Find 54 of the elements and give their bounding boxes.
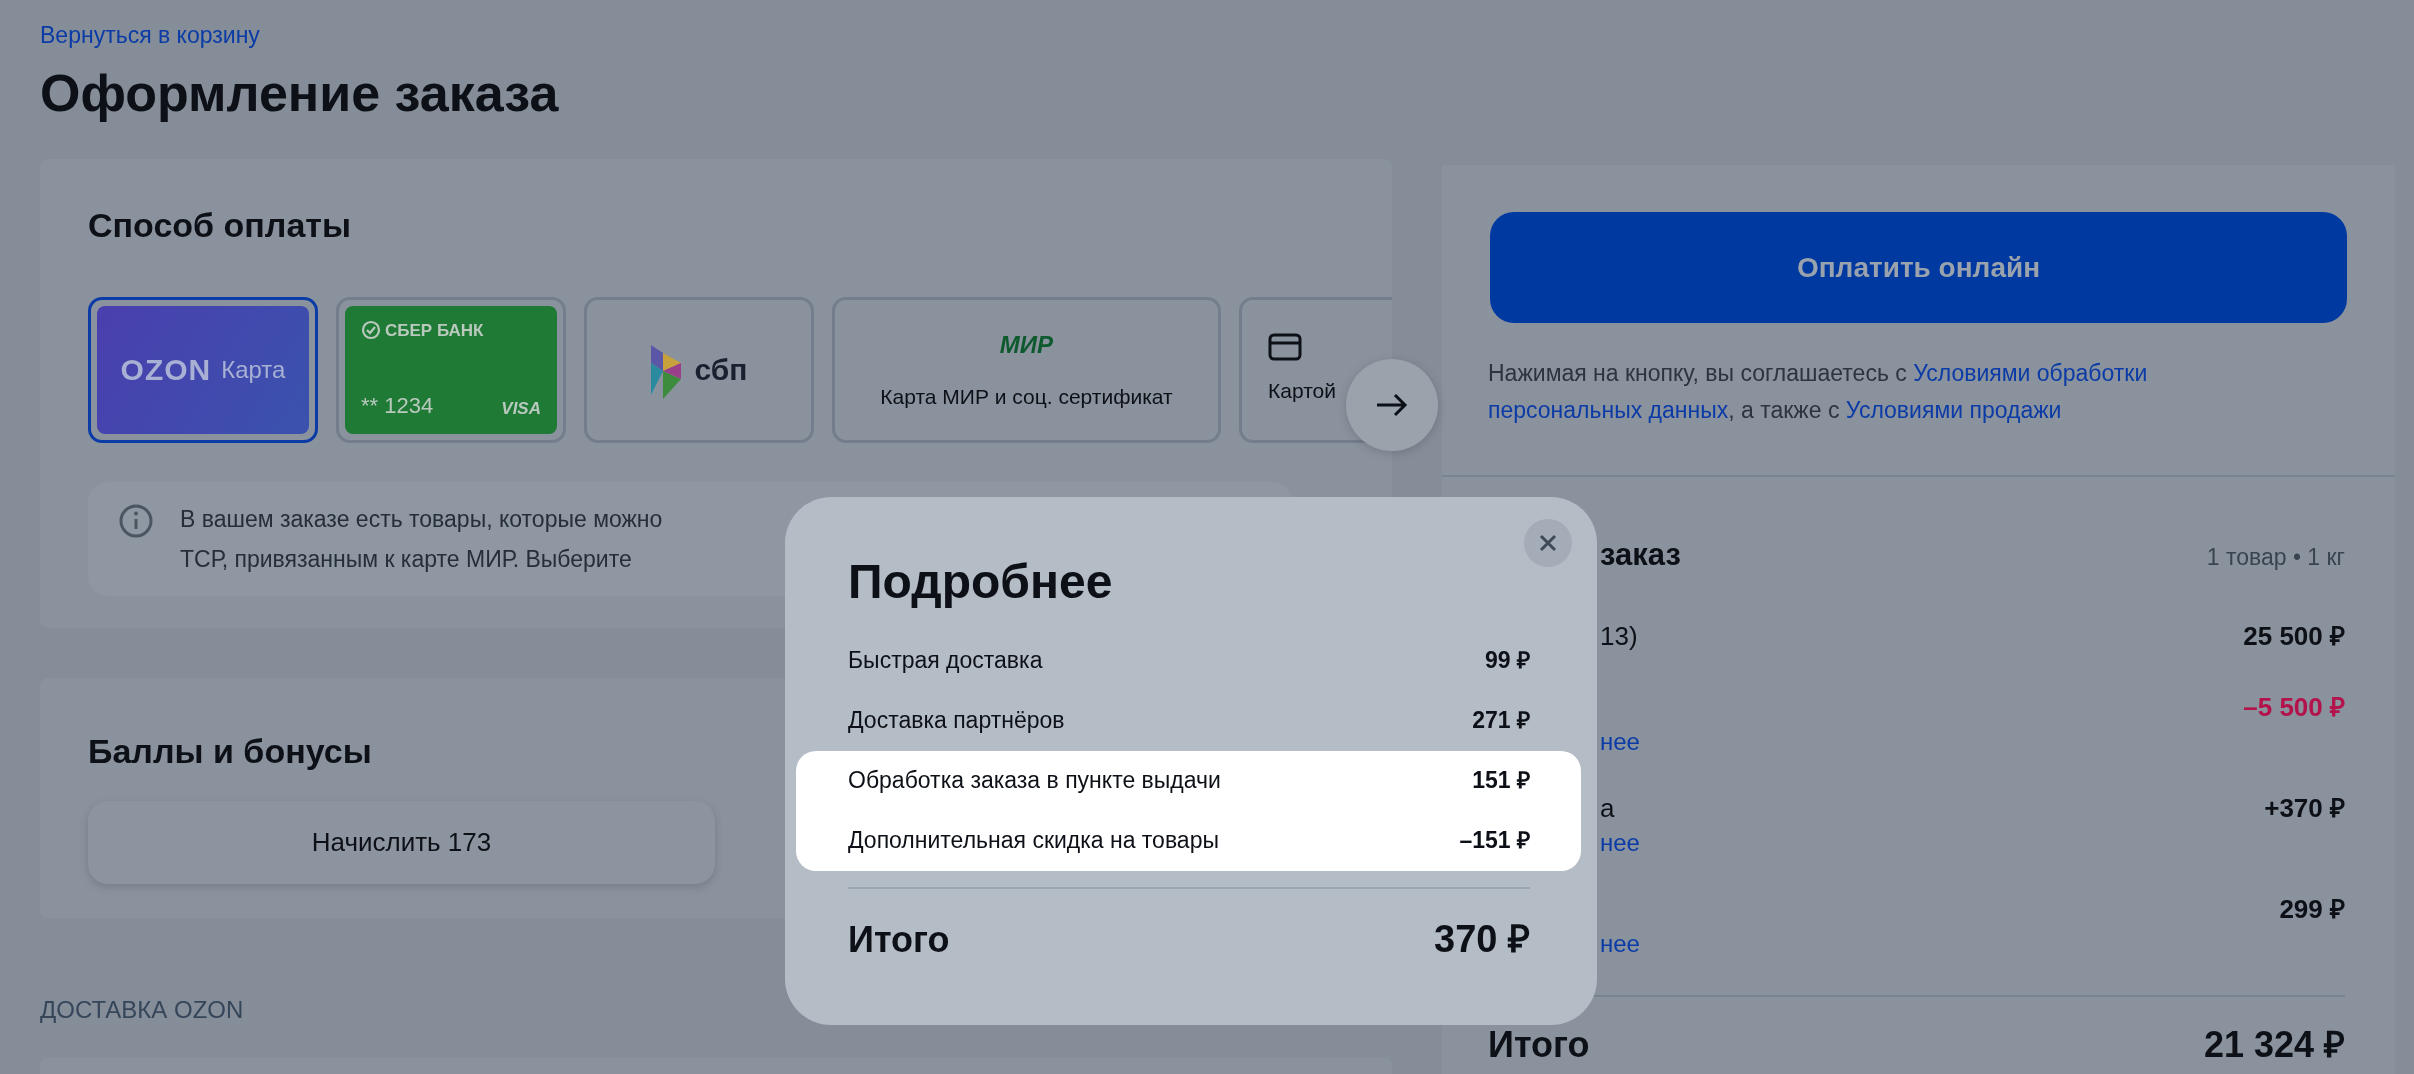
- mir-logo: МИР: [999, 329, 1054, 360]
- arrow-right-icon: [1375, 391, 1409, 418]
- card-label: Карта МИР и соц. сертификат: [880, 383, 1173, 410]
- section-heading: Способ оплаты: [88, 204, 352, 245]
- info-text: ТСР, привязанным к карте МИР. Выберите: [180, 544, 633, 574]
- item-label: 13): [1600, 619, 1638, 653]
- order-meta: 1 товар • 1 кг: [2206, 543, 2345, 572]
- back-link[interactable]: Вернуться в корзину: [40, 18, 260, 53]
- card-network: VISA: [501, 398, 541, 420]
- terms-text: Нажимая на кнопку, вы соглашаетесь с Условиями обработки персональных данных, а также с Условиями продажи: [1487, 359, 2149, 425]
- pay-online-button[interactable]: Оплатить онлайн: [1490, 212, 2347, 323]
- price-value: 25 500 ₽: [2243, 619, 2345, 653]
- card-icon: [1268, 332, 1302, 361]
- total-label: Итого: [848, 917, 950, 962]
- cost-value: 151 ₽: [1472, 766, 1530, 796]
- order-heading: заказ: [1600, 536, 1681, 574]
- payment-option[interactable]: сбп: [584, 296, 814, 443]
- info-text: В вашем заказе есть товары, которые можно: [180, 504, 663, 534]
- terms-link[interactable]: Условиями продажи: [1845, 397, 2062, 423]
- sbp-logo: сбп: [694, 352, 748, 388]
- close-button[interactable]: [1524, 519, 1572, 567]
- total-value: 21 324 ₽: [2203, 1026, 2345, 1063]
- bank-logo: СБЕР БАНК: [385, 319, 484, 342]
- total-value: 370 ₽: [1434, 916, 1530, 962]
- cost-label: Доставка партнёров: [848, 706, 1065, 736]
- details-link[interactable]: нее: [1600, 827, 1640, 858]
- payment-option[interactable]: СБЕР БАНК ** 1234 VISA: [336, 296, 566, 443]
- info-icon: [118, 502, 154, 539]
- dialog-title: Подробнее: [848, 554, 1114, 610]
- price-value: +370 ₽: [2264, 791, 2345, 825]
- price-value: 299 ₽: [2279, 892, 2345, 926]
- payment-option[interactable]: OZON Карта: [88, 296, 318, 443]
- card-label: Картой: [1268, 377, 1336, 404]
- details-link[interactable]: нее: [1600, 726, 1640, 757]
- close-icon: [1539, 534, 1557, 552]
- card-label: Карта: [221, 354, 286, 385]
- check-circle-icon: [361, 320, 381, 341]
- details-link[interactable]: нее: [1600, 928, 1640, 959]
- cost-value: –151 ₽: [1459, 826, 1530, 856]
- cost-label: Дополнительная скидка на товары: [848, 826, 1219, 856]
- accrue-button[interactable]: Начислить 173: [88, 800, 715, 884]
- payment-option[interactable]: МИР Карта МИР и соц. сертификат: [832, 296, 1221, 443]
- section-label: ДОСТАВКА OZON: [40, 994, 245, 1025]
- cost-value: 99 ₽: [1485, 646, 1530, 676]
- cost-value: 271 ₽: [1472, 706, 1530, 736]
- card-number: ** 1234: [361, 391, 434, 420]
- item-label: а: [1600, 791, 1615, 825]
- cost-label: Быстрая доставка: [848, 646, 1043, 676]
- card-logo: OZON: [120, 352, 212, 388]
- page-title: Оформление заказа: [40, 64, 560, 122]
- section-heading: Баллы и бонусы: [88, 730, 372, 771]
- price-value: –5 500 ₽: [2243, 690, 2345, 724]
- total-label: Итого: [1488, 1026, 1590, 1063]
- cost-label: Обработка заказа в пункте выдачи: [848, 766, 1221, 796]
